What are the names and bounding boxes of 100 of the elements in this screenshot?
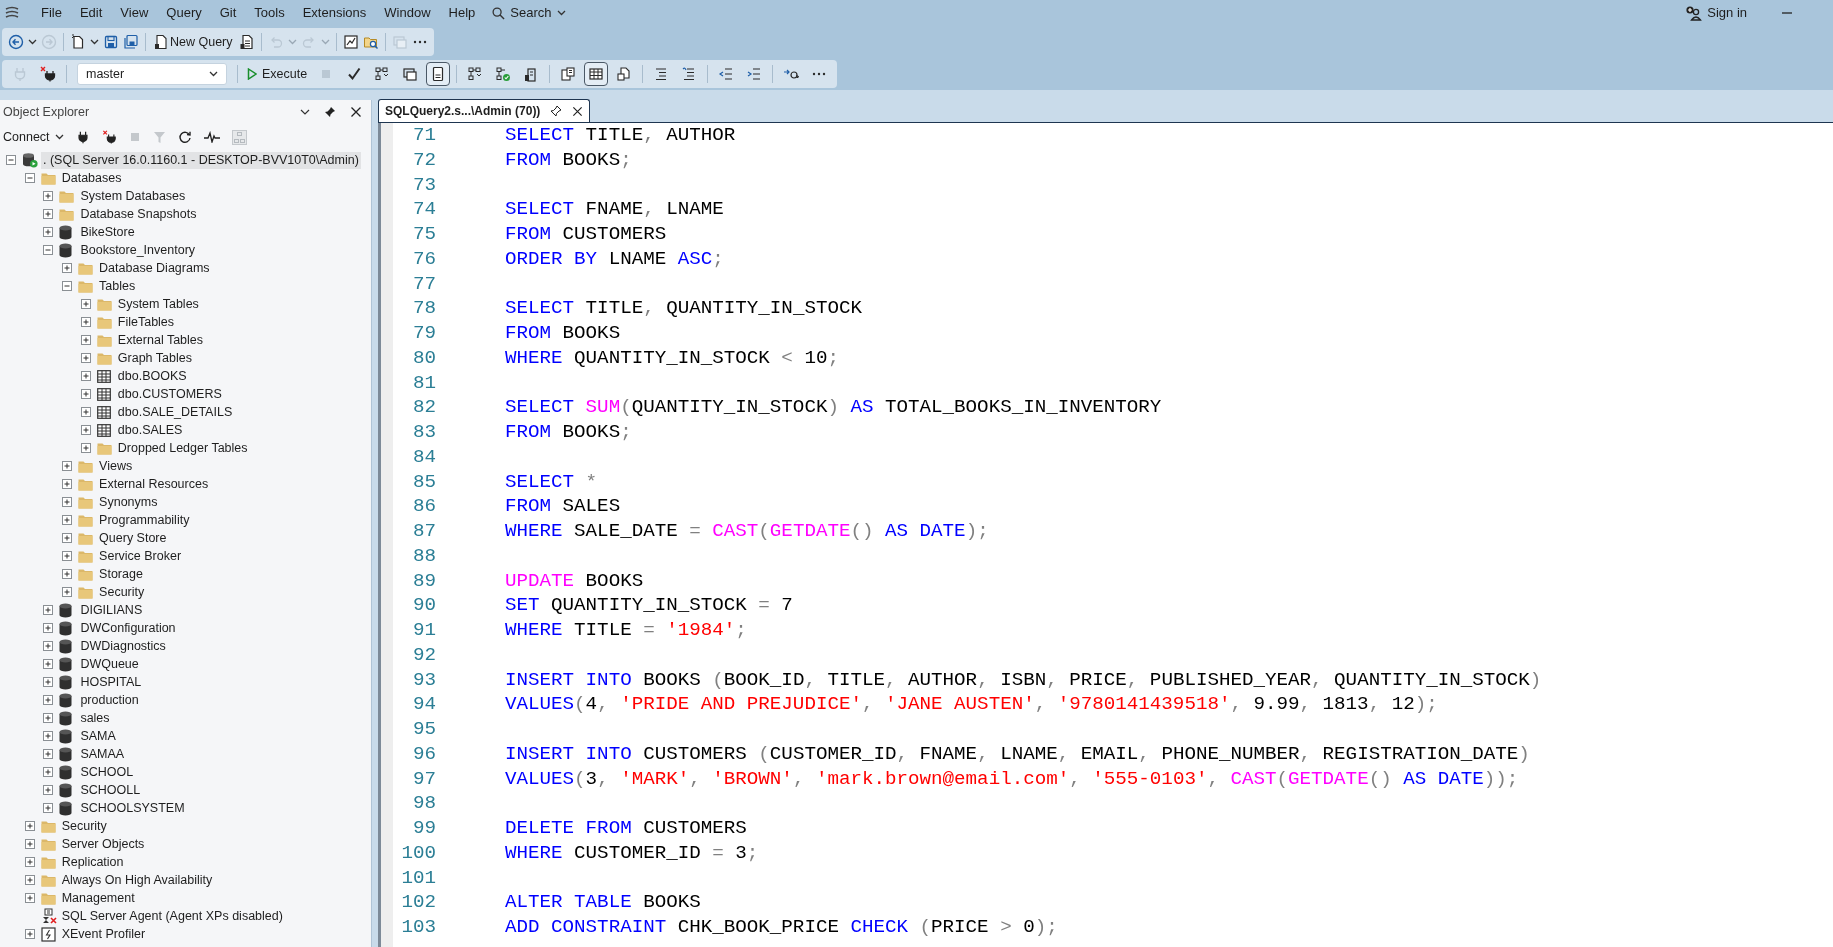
disconnect-icon[interactable] xyxy=(101,130,117,144)
expand-icon[interactable] xyxy=(24,839,35,849)
tree-item[interactable]: System Databases xyxy=(78,187,188,205)
outdent-icon[interactable] xyxy=(718,66,735,82)
expand-icon[interactable] xyxy=(43,803,54,813)
expand-icon[interactable] xyxy=(80,371,91,381)
tree-item[interactable]: External Tables xyxy=(115,331,206,349)
refresh-icon[interactable] xyxy=(177,130,192,144)
search-button[interactable]: Search xyxy=(484,1,574,25)
tree-item[interactable]: dbo.SALES xyxy=(115,421,185,439)
caret-icon[interactable] xyxy=(90,39,99,45)
tree-item[interactable]: DWConfiguration xyxy=(78,619,178,637)
close-icon[interactable] xyxy=(572,105,584,117)
tree-item[interactable]: Database Diagrams xyxy=(97,259,212,277)
collapse-icon[interactable] xyxy=(6,155,16,165)
tree-item[interactable]: Replication xyxy=(59,853,126,871)
tree-item[interactable]: Programmability xyxy=(97,511,192,529)
toggle-button[interactable] xyxy=(426,62,451,86)
expand-icon[interactable] xyxy=(80,335,91,345)
menu-item[interactable]: Window xyxy=(375,1,440,25)
expand-icon[interactable] xyxy=(80,425,91,435)
tree-item[interactable]: production xyxy=(78,691,141,709)
tree-item[interactable]: XEvent Profiler xyxy=(59,925,148,943)
plug-icon[interactable] xyxy=(75,130,90,144)
back-icon[interactable] xyxy=(8,34,24,50)
expand-icon[interactable] xyxy=(80,317,91,327)
new-query-button[interactable]: New Query xyxy=(152,32,235,52)
expand-icon[interactable] xyxy=(24,875,35,885)
expand-icon[interactable] xyxy=(43,767,54,777)
expand-icon[interactable] xyxy=(62,587,73,597)
save-icon[interactable] xyxy=(103,34,119,50)
expand-icon[interactable] xyxy=(24,893,35,903)
tree-item[interactable]: dbo.CUSTOMERS xyxy=(115,385,224,403)
tree-item[interactable]: SCHOOL xyxy=(78,763,136,781)
expand-icon[interactable] xyxy=(24,857,35,867)
pin-icon[interactable] xyxy=(550,105,563,117)
tree-item[interactable]: Views xyxy=(97,457,135,475)
tree-item[interactable]: DWQueue xyxy=(78,655,141,673)
activity-icon[interactable] xyxy=(203,131,220,143)
tree-item[interactable]: Graph Tables xyxy=(115,349,194,367)
expand-icon[interactable] xyxy=(62,533,73,543)
tree-item[interactable]: Security xyxy=(59,817,109,835)
tree-item[interactable]: Security xyxy=(97,583,147,601)
document-icon[interactable] xyxy=(238,34,255,50)
tree-item[interactable]: Service Broker xyxy=(97,547,184,565)
expand-icon[interactable] xyxy=(62,461,73,471)
tree-item[interactable]: Databases xyxy=(59,169,124,187)
menu-item[interactable]: File xyxy=(32,1,71,25)
tree-item[interactable]: Always On High Availability xyxy=(59,871,215,889)
tree-item[interactable]: BikeStore xyxy=(78,223,137,241)
menu-item[interactable]: Help xyxy=(439,1,485,25)
expand-icon[interactable] xyxy=(43,749,54,759)
expand-icon[interactable] xyxy=(43,641,54,651)
menu-item[interactable]: Edit xyxy=(70,1,112,25)
tree-item[interactable]: dbo.BOOKS xyxy=(115,367,189,385)
tree-item[interactable]: Bookstore_Inventory xyxy=(78,241,198,259)
close-icon[interactable] xyxy=(350,106,362,118)
menu-item[interactable]: View xyxy=(111,1,158,25)
expand-icon[interactable] xyxy=(43,227,54,237)
expand-icon[interactable] xyxy=(62,569,73,579)
caret-icon[interactable] xyxy=(300,109,310,115)
tree-item[interactable]: Synonyms xyxy=(97,493,160,511)
expand-icon[interactable] xyxy=(43,209,54,219)
tree-item[interactable]: HOSPITAL xyxy=(78,673,144,691)
tree-item[interactable]: Server Objects xyxy=(59,835,147,853)
expand-icon[interactable] xyxy=(80,353,91,363)
tree-item[interactable]: External Resources xyxy=(97,475,211,493)
expand-icon[interactable] xyxy=(62,515,73,525)
menu-item[interactable]: Query xyxy=(157,1,211,25)
expand-icon[interactable] xyxy=(80,407,91,417)
tree-item[interactable]: SCHOOLL xyxy=(78,781,143,799)
tree-item[interactable]: DIGILIANS xyxy=(78,601,145,619)
expand-icon[interactable] xyxy=(43,191,54,201)
expand-icon[interactable] xyxy=(80,389,91,399)
tree-item[interactable]: DWDiagnostics xyxy=(78,637,168,655)
folder-search-icon[interactable] xyxy=(362,34,379,50)
tree-item[interactable]: sales xyxy=(78,709,112,727)
pin-icon[interactable] xyxy=(324,106,336,118)
menu-item[interactable]: Tools xyxy=(245,1,294,25)
expand-icon[interactable] xyxy=(24,929,35,939)
tree-item[interactable]: Storage xyxy=(97,565,145,583)
caret-icon[interactable] xyxy=(28,39,37,45)
expand-icon[interactable] xyxy=(62,551,73,561)
expand-icon[interactable] xyxy=(80,443,91,453)
indent-icon[interactable] xyxy=(746,66,763,82)
toggle-button[interactable] xyxy=(584,62,609,86)
expand-icon[interactable] xyxy=(43,605,54,615)
tree-item[interactable]: Tables xyxy=(97,277,138,295)
expand-icon[interactable] xyxy=(62,479,73,489)
tree-item[interactable]: SQL Server Agent (Agent XPs disabled) xyxy=(59,907,285,925)
new-file-icon[interactable] xyxy=(70,34,86,50)
tree-item[interactable]: Dropped Ledger Tables xyxy=(115,439,250,457)
save-all-icon[interactable] xyxy=(123,34,139,50)
expand-icon[interactable] xyxy=(43,713,54,723)
tree-item[interactable]: Query Store xyxy=(97,529,169,547)
document-tab[interactable]: SQLQuery2.s...\Admin (70)) xyxy=(378,99,591,122)
tree-item[interactable]: Management xyxy=(59,889,137,907)
expand-icon[interactable] xyxy=(43,659,54,669)
sign-in-button[interactable]: Sign in xyxy=(1680,3,1753,23)
expand-icon[interactable] xyxy=(62,497,73,507)
